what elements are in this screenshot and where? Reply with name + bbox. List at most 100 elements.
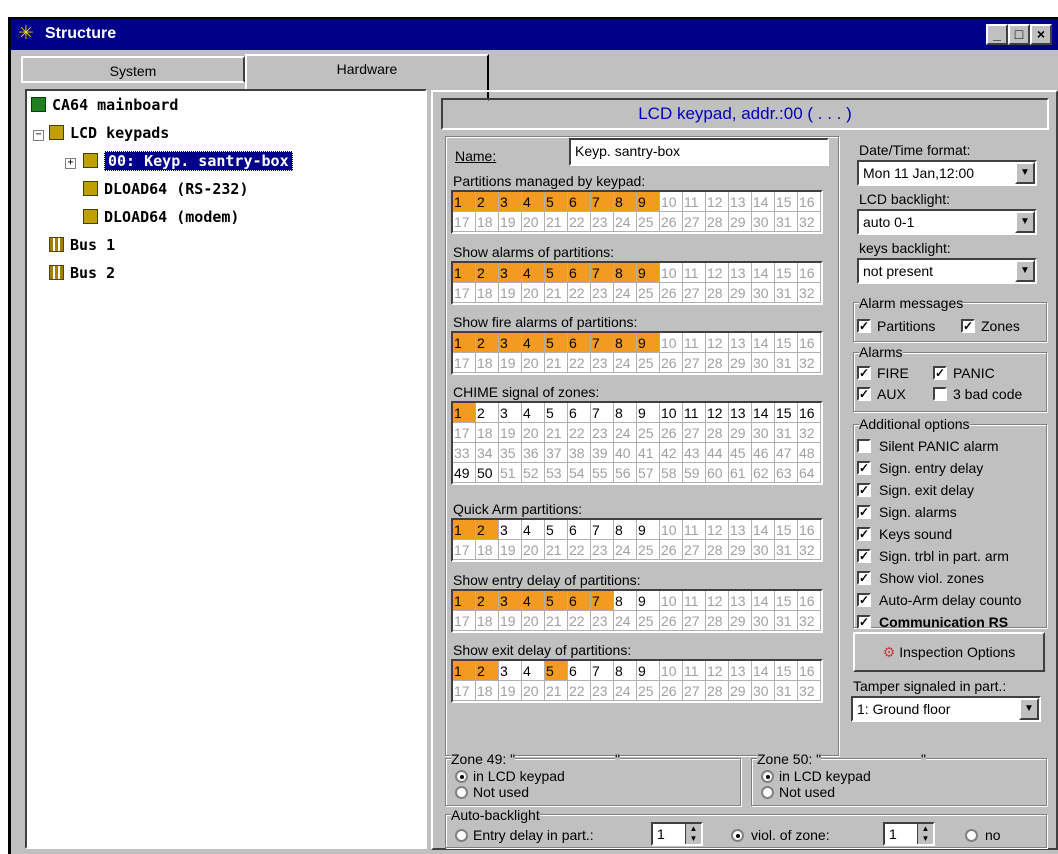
grid-cell[interactable]: 25	[637, 681, 660, 701]
grid-cell[interactable]: 2	[476, 591, 499, 611]
zones-checkbox[interactable]: ✓	[961, 319, 975, 333]
grid-cell[interactable]: 24	[614, 681, 637, 701]
grid-cell[interactable]: 19	[499, 423, 522, 443]
grid-cell[interactable]: 9	[637, 192, 660, 212]
grid-cell[interactable]: 60	[706, 463, 729, 483]
grid-cell[interactable]: 26	[660, 611, 683, 631]
grid-cell[interactable]: 4	[522, 520, 545, 540]
grid-cell[interactable]: 11	[683, 333, 706, 353]
grid-cell[interactable]: 49	[453, 463, 476, 483]
grid-cell[interactable]: 13	[729, 661, 752, 681]
grid-cell[interactable]: 26	[660, 353, 683, 373]
grid-cell[interactable]: 17	[453, 353, 476, 373]
grid-cell[interactable]: 1	[453, 591, 476, 611]
grid-cell[interactable]: 14	[752, 263, 775, 283]
grid-cell[interactable]: 1	[453, 403, 476, 423]
zone50-not-used-radio[interactable]	[761, 786, 774, 799]
grid-cell[interactable]: 57	[637, 463, 660, 483]
grid-cell[interactable]: 4	[522, 403, 545, 423]
grid-cell[interactable]: 11	[683, 591, 706, 611]
grid-cell[interactable]: 16	[798, 591, 821, 611]
grid-cell[interactable]: 31	[775, 681, 798, 701]
tab-system[interactable]: System	[21, 56, 245, 83]
grid-cell[interactable]: 20	[522, 611, 545, 631]
grid-cell[interactable]: 6	[568, 661, 591, 681]
grid-cell[interactable]: 38	[568, 443, 591, 463]
grid-cell[interactable]: 63	[775, 463, 798, 483]
grid-cell[interactable]: 23	[591, 283, 614, 303]
grid-cell[interactable]: 30	[752, 423, 775, 443]
grid-cell[interactable]: 1	[453, 192, 476, 212]
grid-cell[interactable]: 32	[798, 611, 821, 631]
grid-cell[interactable]: 24	[614, 540, 637, 560]
grid-cell[interactable]: 23	[591, 540, 614, 560]
grid-cell[interactable]: 4	[522, 591, 545, 611]
option-checkbox[interactable]: ✓	[857, 461, 871, 475]
grid-cell[interactable]: 30	[752, 212, 775, 232]
grid-cell[interactable]: 23	[591, 212, 614, 232]
grid-cell[interactable]: 5	[545, 520, 568, 540]
grid-cell[interactable]: 25	[637, 423, 660, 443]
zone50-in-lcd-radio[interactable]	[761, 770, 774, 783]
grid-cell[interactable]: 16	[798, 263, 821, 283]
grid-cell[interactable]: 1	[453, 661, 476, 681]
grid-cell[interactable]: 5	[545, 333, 568, 353]
grid-cell[interactable]: 21	[545, 353, 568, 373]
grid-cell[interactable]: 28	[706, 423, 729, 443]
grid-cell[interactable]: 9	[637, 661, 660, 681]
grid-cell[interactable]: 4	[522, 333, 545, 353]
grid-cell[interactable]: 24	[614, 283, 637, 303]
grid-cell[interactable]: 21	[545, 283, 568, 303]
chevron-down-icon[interactable]: ▼	[1015, 211, 1035, 233]
fire-checkbox[interactable]: ✓	[857, 366, 871, 380]
grid-cell[interactable]: 6	[568, 192, 591, 212]
option-checkbox[interactable]: ✓	[857, 483, 871, 497]
grid-cell[interactable]: 31	[775, 611, 798, 631]
grid-cell[interactable]: 24	[614, 353, 637, 373]
grid-cell[interactable]: 16	[798, 192, 821, 212]
grid-cell[interactable]: 22	[568, 540, 591, 560]
grid-cell[interactable]: 10	[660, 403, 683, 423]
entry-delay-radio[interactable]	[455, 829, 468, 842]
grid-cell[interactable]: 6	[568, 520, 591, 540]
grid-cell[interactable]: 18	[476, 681, 499, 701]
partitions-checkbox[interactable]: ✓	[857, 319, 871, 333]
option-checkbox[interactable]: ✓	[857, 571, 871, 585]
grid-cell[interactable]: 28	[706, 611, 729, 631]
grid-cell[interactable]: 52	[522, 463, 545, 483]
grid-cell[interactable]: 26	[660, 540, 683, 560]
chevron-down-icon[interactable]: ▼	[1015, 260, 1035, 282]
grid-cell[interactable]: 31	[775, 283, 798, 303]
grid-cell[interactable]: 5	[545, 403, 568, 423]
grid-cell[interactable]: 4	[522, 661, 545, 681]
spinner-arrows-icon[interactable]: ▲ ▼	[917, 824, 933, 844]
tree-item-keypad-00[interactable]: 00: Keyp. santry-box	[83, 150, 293, 172]
grid-cell[interactable]: 3	[499, 403, 522, 423]
inspection-options-button[interactable]: ⚙ Inspection Options	[853, 632, 1045, 672]
grid-cell[interactable]: 35	[499, 443, 522, 463]
grid-cell[interactable]: 19	[499, 540, 522, 560]
grid-cell[interactable]: 6	[568, 591, 591, 611]
grid-cell[interactable]: 10	[660, 591, 683, 611]
grid-cell[interactable]: 8	[614, 661, 637, 681]
grid-cell[interactable]: 31	[775, 540, 798, 560]
grid-cell[interactable]: 28	[706, 353, 729, 373]
grid-cell[interactable]: 12	[706, 661, 729, 681]
grid-cell[interactable]: 47	[775, 443, 798, 463]
grid-cell[interactable]: 15	[775, 403, 798, 423]
grid-cell[interactable]: 7	[591, 263, 614, 283]
grid-cell[interactable]: 32	[798, 681, 821, 701]
spinner-arrows-icon[interactable]: ▲ ▼	[685, 824, 701, 844]
grid-cell[interactable]: 36	[522, 443, 545, 463]
grid-cell[interactable]: 37	[545, 443, 568, 463]
grid-cell[interactable]: 26	[660, 681, 683, 701]
grid-cell[interactable]: 27	[683, 353, 706, 373]
grid-cell[interactable]: 20	[522, 212, 545, 232]
grid-cell[interactable]: 22	[568, 611, 591, 631]
grid-cell[interactable]: 30	[752, 611, 775, 631]
grid-cell[interactable]: 55	[591, 463, 614, 483]
grid-cell[interactable]: 8	[614, 520, 637, 540]
grid-cell[interactable]: 7	[591, 591, 614, 611]
grid-cell[interactable]: 56	[614, 463, 637, 483]
name-input[interactable]: Keyp. santry-box	[569, 138, 829, 166]
